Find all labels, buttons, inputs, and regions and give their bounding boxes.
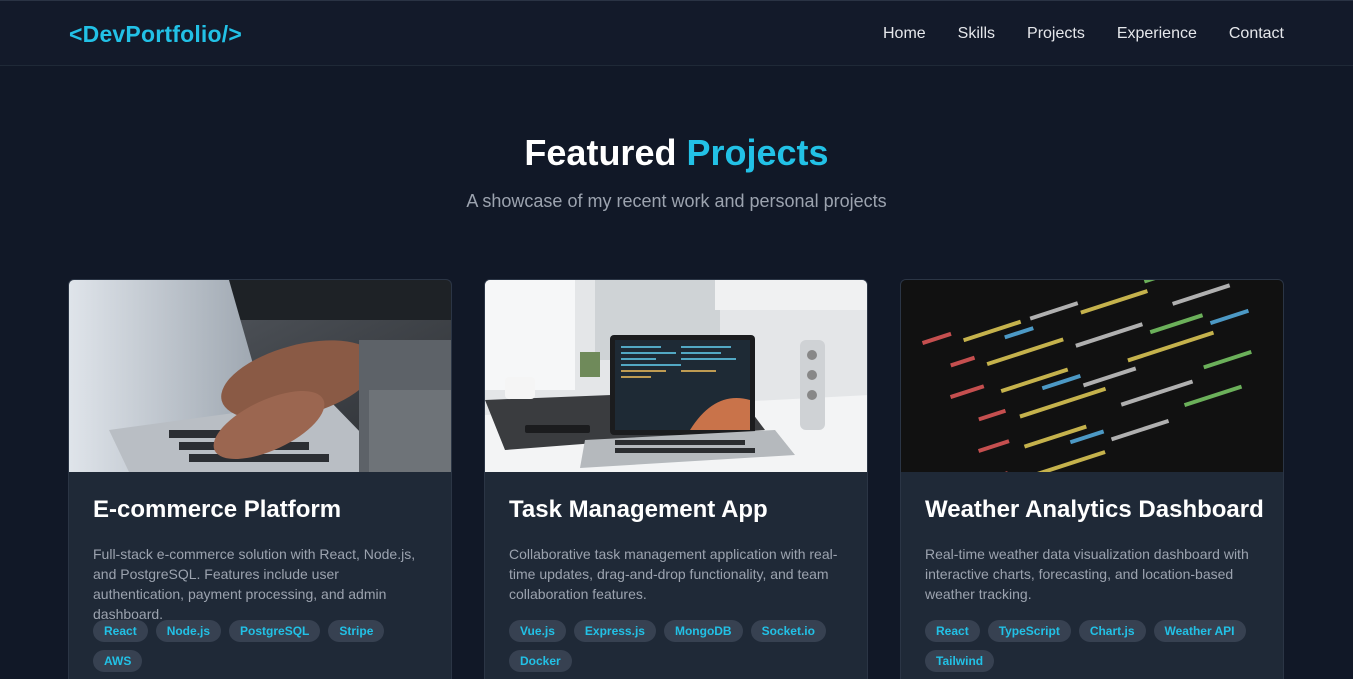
tech-tag: MongoDB <box>663 620 743 642</box>
project-card-ecommerce[interactable]: E-commerce Platform Full-stack e-commerc… <box>68 279 452 679</box>
tech-tag: Tailwind <box>925 650 995 672</box>
tech-tags: React TypeScript Chart.js Weather API Ta… <box>925 620 1270 672</box>
nav-link-projects[interactable]: Projects <box>1027 25 1085 43</box>
nav-link-experience[interactable]: Experience <box>1117 25 1197 43</box>
tech-tags: React Node.js PostgreSQL Stripe AWS <box>93 620 438 672</box>
project-image-desk-laptop <box>485 280 867 472</box>
tech-tag: Docker <box>509 650 572 672</box>
tech-tag: React <box>93 620 148 642</box>
project-title: Task Management App <box>509 496 768 523</box>
nav-link-home[interactable]: Home <box>883 25 926 43</box>
nav-link-contact[interactable]: Contact <box>1229 25 1284 43</box>
navbar: <DevPortfolio/> Home Skills Projects Exp… <box>0 0 1353 66</box>
project-image-code-screen <box>901 280 1283 472</box>
project-card-weather-dashboard[interactable]: Weather Analytics Dashboard Real-time we… <box>900 279 1284 679</box>
tech-tags: Vue.js Express.js MongoDB Socket.io Dock… <box>509 620 854 672</box>
project-title: Weather Analytics Dashboard <box>925 496 1264 523</box>
section-title-main: Featured <box>524 132 677 173</box>
project-description: Real-time weather data visualization das… <box>925 546 1249 602</box>
project-title: E-commerce Platform <box>93 496 342 523</box>
section-title-accent: Projects <box>686 132 829 173</box>
project-description: Collaborative task management applicatio… <box>509 546 838 602</box>
tech-tag: Express.js <box>573 620 656 642</box>
project-image-laptop-typing <box>69 280 451 472</box>
tech-tag: Socket.io <box>750 620 826 642</box>
tech-tag: TypeScript <box>987 620 1071 642</box>
tech-tag: Chart.js <box>1078 620 1146 642</box>
nav-link-skills[interactable]: Skills <box>958 25 995 43</box>
project-card-task-management[interactable]: Task Management App Collaborative task m… <box>484 279 868 679</box>
tech-tag: Weather API <box>1153 620 1246 642</box>
project-description: Full-stack e-commerce solution with Reac… <box>93 546 416 622</box>
section-title: Featured Projects <box>0 132 1353 174</box>
tech-tag: PostgreSQL <box>229 620 321 642</box>
nav-links: Home Skills Projects Experience Contact <box>851 25 1284 43</box>
tech-tag: Stripe <box>328 620 385 642</box>
tech-tag: AWS <box>93 650 143 672</box>
section-subtitle: A showcase of my recent work and persona… <box>466 191 887 211</box>
tech-tag: Vue.js <box>509 620 566 642</box>
tech-tag: Node.js <box>155 620 222 642</box>
logo[interactable]: <DevPortfolio/> <box>69 21 242 48</box>
tech-tag: React <box>925 620 980 642</box>
